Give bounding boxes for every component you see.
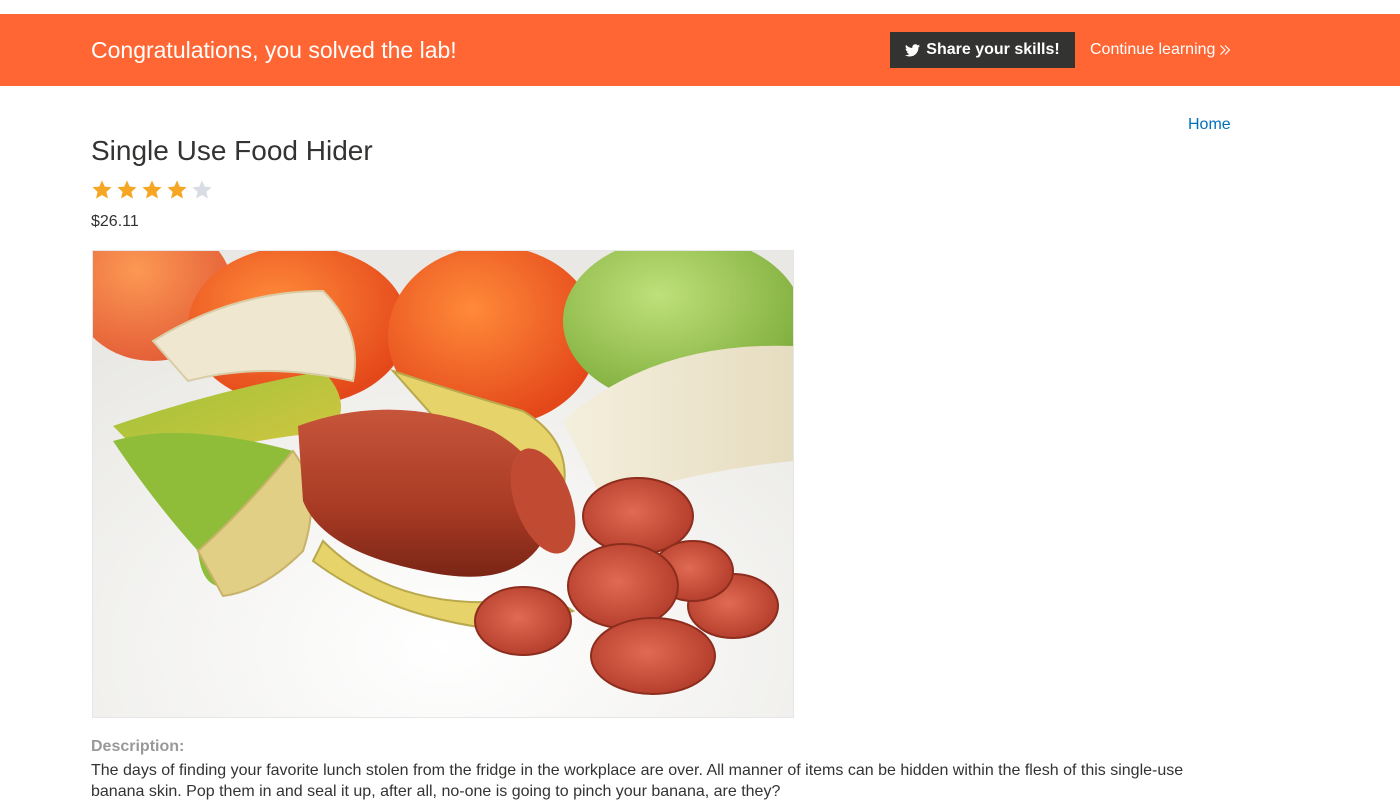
double-chevron-right-icon <box>1220 45 1231 55</box>
star-filled-icon <box>92 180 112 199</box>
product-title: Single Use Food Hider <box>91 135 373 166</box>
lab-solved-banner: Congratulations, you solved the lab! Sha… <box>0 14 1400 86</box>
product-photo <box>92 250 794 718</box>
product-rating <box>91 179 213 201</box>
share-skills-button[interactable]: Share your skills! <box>890 32 1075 68</box>
product-photo-illustration <box>93 251 793 717</box>
home-link[interactable]: Home <box>1188 115 1231 135</box>
star-filled-icon <box>142 180 162 199</box>
product-price: $26.11 <box>91 213 139 230</box>
banner-message: Congratulations, you solved the lab! <box>91 37 457 63</box>
star-filled-icon <box>167 180 187 199</box>
description-label: Description: <box>91 738 185 755</box>
product-description: The days of finding your favorite lunch … <box>91 762 1184 800</box>
share-skills-label: Share your skills! <box>926 41 1060 58</box>
star-filled-icon <box>117 180 137 199</box>
continue-learning-link[interactable]: Continue learning <box>1090 40 1231 60</box>
twitter-bird-icon <box>905 43 921 56</box>
star-empty-icon <box>192 180 212 199</box>
continue-learning-label: Continue learning <box>1090 41 1216 58</box>
top-strip <box>0 0 1400 14</box>
